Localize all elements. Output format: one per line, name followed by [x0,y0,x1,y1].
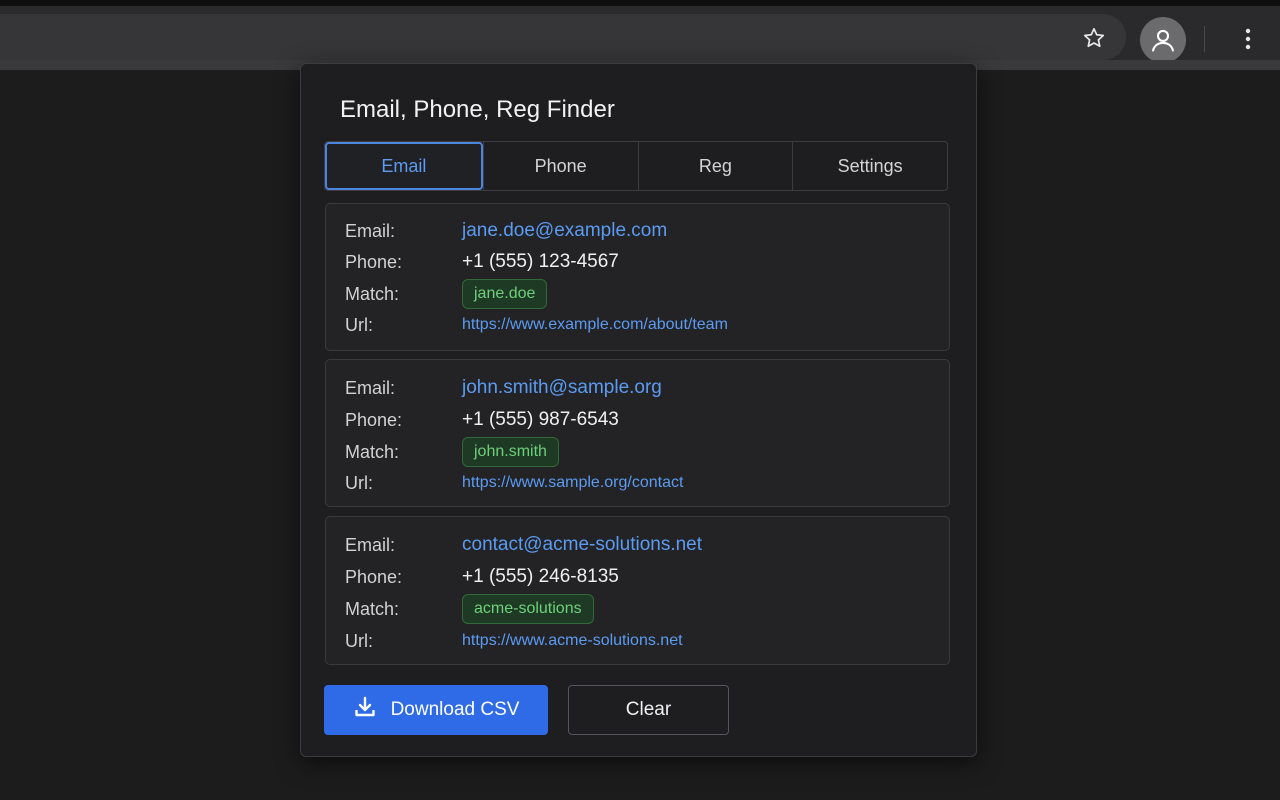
tab-reg[interactable]: Reg [637,142,793,190]
download-button-label: Download CSV [390,699,520,720]
result-card: Email: contact@acme-solutions.net Phone:… [325,516,950,665]
download-csv-button[interactable]: Download CSV [324,685,548,735]
more-vert-icon[interactable] [1234,24,1262,54]
email-label: Email: [345,220,396,241]
result-card: Email: john.smith@sample.org Phone: +1 (… [325,359,950,507]
url-label: Url: [345,472,373,493]
phone-value: +1 (555) 246-8135 [462,566,619,587]
download-icon [353,695,377,725]
phone-label: Phone: [345,566,403,587]
phone-label: Phone: [345,251,403,272]
match-badge: john.smith [462,437,559,467]
extension-popup: Email, Phone, Reg Finder Email Phone Reg… [300,63,977,757]
email-value[interactable]: jane.doe@example.com [462,220,667,242]
star-icon[interactable] [1080,24,1108,52]
match-label: Match: [345,441,400,462]
popup-title: Email, Phone, Reg Finder [340,96,615,123]
url-label: Url: [345,314,373,335]
phone-label: Phone: [345,409,403,430]
url-link[interactable]: https://www.sample.org/contact [462,474,683,492]
match-badge: jane.doe [462,279,548,309]
clear-button[interactable]: Clear [568,685,729,735]
url-link[interactable]: https://www.acme-solutions.net [462,632,683,650]
email-value[interactable]: contact@acme-solutions.net [462,534,702,556]
email-label: Email: [345,534,396,555]
url-label: Url: [345,630,373,651]
profile-icon[interactable] [1140,17,1186,63]
phone-value: +1 (555) 987-6543 [462,409,619,430]
match-label: Match: [345,283,400,304]
tab-phone[interactable]: Phone [482,142,638,190]
match-label: Match: [345,598,400,619]
address-bar[interactable] [0,14,1126,60]
tab-settings[interactable]: Settings [792,142,947,190]
email-label: Email: [345,377,396,398]
email-value[interactable]: john.smith@sample.org [462,377,662,399]
url-link[interactable]: https://www.example.com/about/team [462,316,728,334]
tab-email[interactable]: Email [325,142,483,190]
phone-value: +1 (555) 123-4567 [462,251,619,272]
match-badge: acme-solutions [462,594,594,624]
tab-bar: Email Phone Reg Settings [324,141,948,191]
result-card: Email: jane.doe@example.com Phone: +1 (5… [325,203,950,351]
toolbar-separator [1204,26,1205,52]
